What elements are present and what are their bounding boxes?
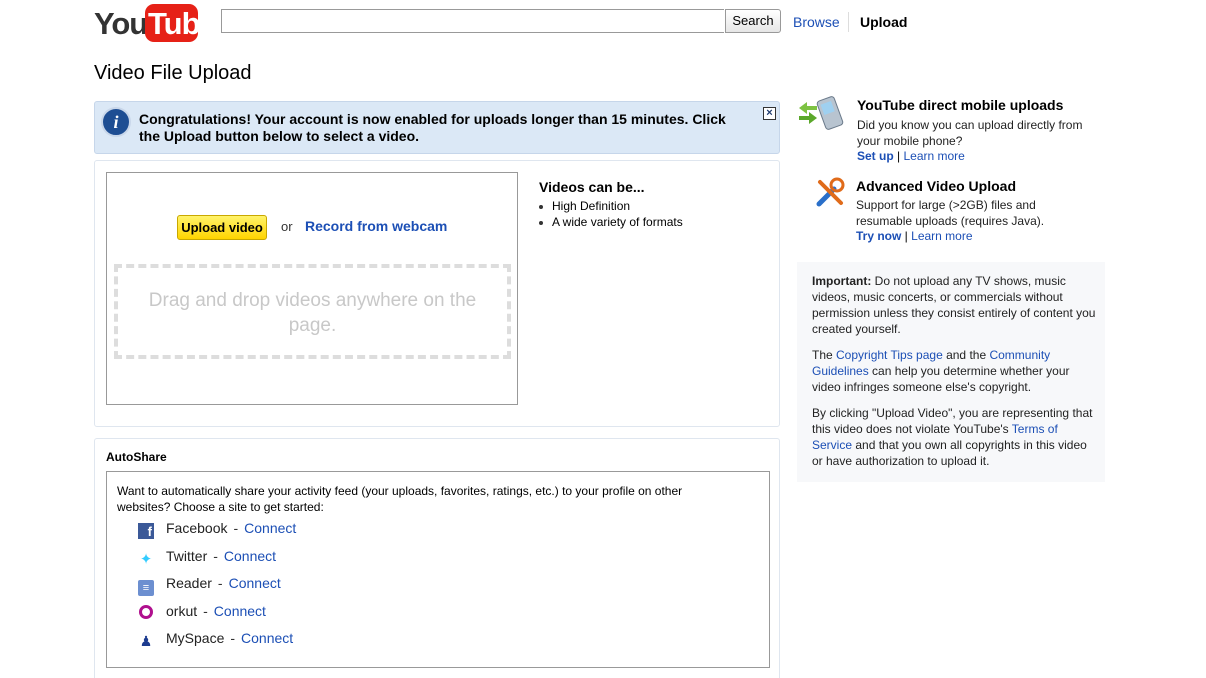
connect-reader-link[interactable]: Connect — [229, 575, 281, 591]
mobile-upload-links: Set up | Learn more — [857, 149, 965, 163]
share-row-orkut: orkut - Connect — [138, 602, 266, 620]
share-site-name: orkut — [166, 603, 198, 619]
connect-facebook-link[interactable]: Connect — [244, 520, 296, 536]
link-divider: | — [893, 149, 904, 163]
record-webcam-link[interactable]: Record from webcam — [305, 218, 447, 234]
share-dash: - — [217, 575, 223, 591]
mobile-phone-icon — [797, 96, 847, 130]
learn-more-link[interactable]: Learn more — [911, 229, 972, 243]
share-row-facebook: f Facebook - Connect — [138, 519, 296, 539]
search-button[interactable]: Search — [725, 9, 781, 33]
mobile-upload-text: Did you know you can upload directly fro… — [857, 118, 1083, 148]
share-row-twitter: ✦ Twitter - Connect — [138, 547, 276, 568]
share-site-name: MySpace — [166, 630, 225, 646]
search-input[interactable] — [221, 9, 724, 33]
feature-item: High Definition — [539, 198, 683, 214]
drop-zone-text: Drag and drop videos anywhere on the pag… — [148, 290, 477, 336]
terms-post: and that you own all copyrights in this … — [812, 438, 1087, 468]
close-icon[interactable]: × — [763, 107, 776, 120]
share-dash: - — [203, 603, 208, 619]
link-divider: | — [901, 229, 912, 243]
important-label: Important: — [812, 274, 872, 288]
or-separator: or — [281, 219, 293, 234]
advanced-upload-text: Support for large (>2GB) files and resum… — [856, 198, 1045, 228]
upload-video-button[interactable]: Upload video — [177, 215, 267, 240]
share-dash: - — [230, 630, 236, 646]
learn-more-link[interactable]: Learn more — [903, 149, 964, 163]
connect-orkut-link[interactable]: Connect — [214, 603, 266, 619]
share-row-reader: ≡ Reader - Connect — [138, 574, 281, 596]
terms-text: By clicking "Upload Video", you are repr… — [812, 405, 1097, 469]
features-title: Videos can be... — [539, 179, 645, 195]
share-dash: - — [213, 548, 218, 564]
info-icon: i — [101, 107, 131, 137]
try-now-link[interactable]: Try now — [856, 229, 901, 243]
svg-text:You: You — [94, 6, 147, 41]
connect-twitter-link[interactable]: Connect — [224, 548, 276, 564]
share-row-myspace: ♟ MySpace - Connect — [138, 629, 293, 649]
svg-text:Tube: Tube — [148, 6, 198, 41]
nav-divider — [848, 12, 849, 32]
important-text: Important: Do not upload any TV shows, m… — [812, 273, 1097, 337]
notice-text: Congratulations! Your account is now ena… — [139, 111, 726, 144]
advanced-upload-links: Try now | Learn more — [856, 229, 973, 243]
share-site-name: Reader — [166, 575, 212, 591]
nav-upload-link[interactable]: Upload — [860, 14, 907, 30]
myspace-icon: ♟ — [139, 633, 153, 649]
autoshare-title: AutoShare — [106, 450, 167, 464]
advanced-upload-title: Advanced Video Upload — [856, 178, 1016, 194]
share-site-name: Twitter — [166, 548, 208, 564]
reader-icon: ≡ — [138, 580, 154, 596]
mobile-upload-title: YouTube direct mobile uploads — [857, 97, 1064, 113]
autoshare-description: Want to automatically share your activit… — [117, 484, 683, 514]
setup-link[interactable]: Set up — [857, 149, 894, 163]
feature-item: A wide variety of formats — [539, 214, 683, 230]
orkut-icon — [139, 605, 153, 619]
copyright-mid: and the — [942, 348, 990, 362]
twitter-icon: ✦ — [139, 551, 153, 568]
share-dash: - — [233, 520, 239, 536]
nav-browse-link[interactable]: Browse — [793, 14, 840, 30]
tools-icon — [814, 177, 846, 209]
copyright-tips-link[interactable]: Copyright Tips page — [836, 348, 943, 362]
youtube-logo[interactable]: You Tube — [94, 4, 218, 42]
facebook-icon: f — [138, 523, 154, 539]
connect-myspace-link[interactable]: Connect — [241, 630, 293, 646]
copyright-pre: The — [812, 348, 837, 362]
copyright-text: The Copyright Tips page and the Communit… — [812, 347, 1097, 395]
page-title: Video File Upload — [94, 62, 252, 84]
share-site-name: Facebook — [166, 520, 228, 536]
features-list: High Definition A wide variety of format… — [539, 198, 683, 230]
